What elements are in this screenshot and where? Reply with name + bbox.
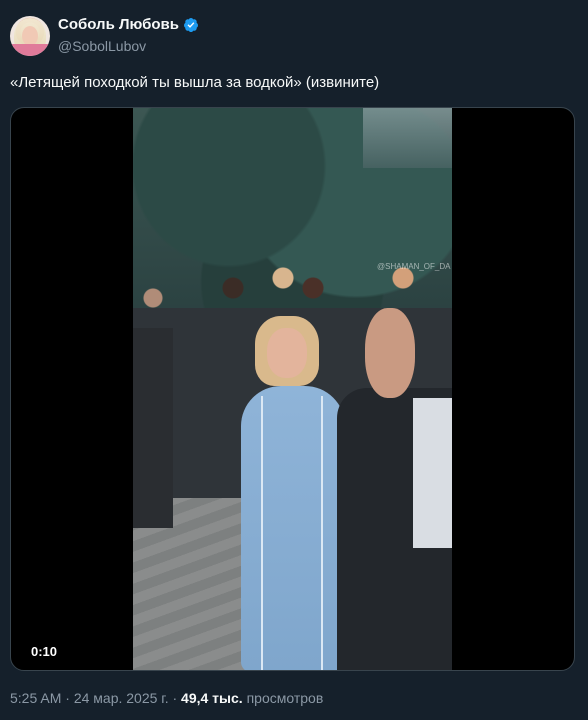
verified-badge-icon [183,17,198,32]
video-watermark: @SHAMAN_OF_DA [377,262,451,271]
tweet-meta: 5:25 AM · 24 мар. 2025 г. · 49,4 тыс. пр… [10,690,323,706]
video-person-left [133,328,173,528]
avatar-clothing [10,44,50,56]
tweet-text: «Летящей походкой ты вышла за водкой» (и… [10,74,380,91]
views-count: 49,4 тыс. [181,690,243,706]
video-man-in-suit [323,308,452,670]
avatar-face [22,26,38,46]
avatar[interactable] [10,16,50,56]
video-player[interactable]: @SHAMAN_OF_DA 0:10 [10,107,575,671]
author-name-row: Соболь Любовь [58,16,199,33]
tweet: Соболь Любовь @SobolLubov «Летящей поход… [0,0,588,720]
video-duration-badge: 0:10 [31,644,58,659]
man-shirt [413,398,452,548]
author-handle[interactable]: @SobolLubov [58,38,146,54]
meta-separator: · [172,690,178,706]
video-frame[interactable]: @SHAMAN_OF_DA [133,108,452,670]
video-background-sky [363,108,452,168]
meta-separator: · [65,690,70,706]
man-head [365,308,415,398]
woman-face [267,328,307,378]
views-label: просмотров [246,690,324,706]
tweet-date[interactable]: 24 мар. 2025 г. [74,690,169,706]
author-display-name[interactable]: Соболь Любовь [58,16,179,33]
tweet-time[interactable]: 5:25 AM [10,690,61,706]
